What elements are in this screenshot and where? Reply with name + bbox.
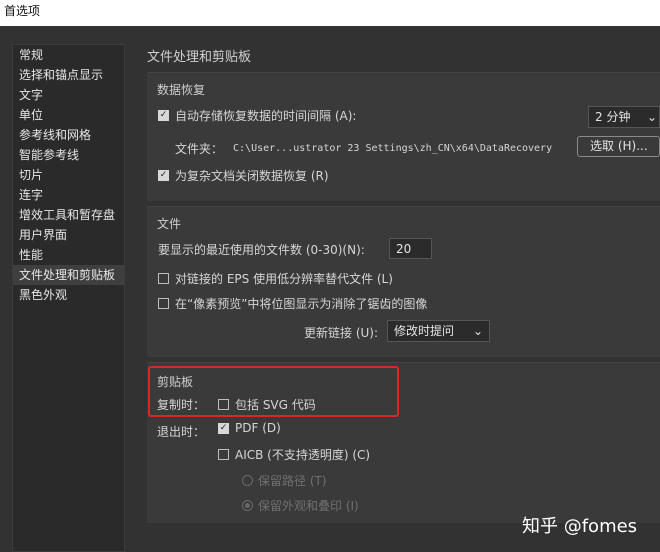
preserve-appearance-label: 保留外观和叠印 (I) (258, 499, 359, 513)
update-links-select[interactable]: 修改时提问 ⌄ (387, 320, 490, 342)
watermark: 知乎 @fomes (522, 516, 638, 537)
folder-path: C:\User...ustrator 23 Settings\zh_CN\x64… (233, 143, 553, 154)
update-links-value: 修改时提问 (394, 324, 455, 338)
pdf-row[interactable]: ✓ PDF (D) (218, 421, 281, 435)
preserve-paths-label: 保留路径 (T) (258, 474, 327, 488)
preserve-paths-row[interactable]: 保留路径 (T) (242, 472, 327, 489)
preserve-paths-radio[interactable] (242, 475, 253, 486)
recent-files-input[interactable]: 20 (389, 238, 432, 259)
pdf-label: PDF (D) (235, 421, 281, 435)
aicb-row[interactable]: AICB (不支持透明度) (C) (218, 446, 370, 463)
folder-row: 文件夹： C:\User...ustrator 23 Settings\zh_C… (175, 140, 552, 157)
chevron-down-icon: ⌄ (646, 110, 657, 124)
sidebar-item-smart-guides[interactable]: 智能参考线 (13, 145, 124, 165)
sidebar-item-plugins-scratch[interactable]: 增效工具和暂存盘 (13, 205, 124, 225)
section-title: 文件 (157, 217, 182, 231)
choose-folder-button[interactable]: 选取 (H)... (577, 136, 660, 157)
disable-complex-checkbox[interactable]: ✓ (158, 170, 169, 181)
sidebar-item-selection-anchor[interactable]: 选择和锚点显示 (13, 65, 124, 85)
sidebar-item-general[interactable]: 常规 (13, 45, 124, 65)
highlight-annotation-box (148, 366, 399, 417)
update-links-label: 更新链接 (U): (304, 326, 379, 340)
recent-files-row: 要显示的最近使用的文件数 (0-30)(N): (158, 241, 365, 258)
section-title: 数据恢复 (157, 83, 206, 97)
update-links-row: 更新链接 (U): (304, 324, 378, 341)
interval-select[interactable]: 2 分钟 ⌄ (588, 106, 660, 128)
sidebar-item-units[interactable]: 单位 (13, 105, 124, 125)
files-section: 文件 要显示的最近使用的文件数 (0-30)(N): 20 对链接的 EPS 使… (147, 206, 660, 357)
preserve-appearance-row[interactable]: 保留外观和叠印 (I) (242, 497, 359, 514)
sidebar-item-hyphenation[interactable]: 连字 (13, 185, 124, 205)
preserve-appearance-radio[interactable] (242, 500, 253, 511)
exit-label: 退出时： (157, 425, 206, 439)
sidebar-item-file-handling[interactable]: 文件处理和剪贴板 (13, 265, 124, 285)
pixel-preview-row[interactable]: 在“像素预览”中将位图显示为消除了锯齿的图像 (158, 295, 427, 312)
eps-label: 对链接的 EPS 使用低分辨率替代文件 (L) (175, 272, 393, 286)
sidebar-item-performance[interactable]: 性能 (13, 245, 124, 265)
recent-files-label: 要显示的最近使用的文件数 (0-30)(N): (158, 243, 365, 257)
disable-complex-label: 为复杂文档关闭数据恢复 (R) (175, 169, 329, 183)
sidebar-item-slices[interactable]: 切片 (13, 165, 124, 185)
aicb-label: AICB (不支持透明度) (C) (235, 448, 371, 462)
sidebar-item-guides-grid[interactable]: 参考线和网格 (13, 125, 124, 145)
pixel-preview-checkbox[interactable] (158, 298, 169, 309)
chevron-down-icon: ⌄ (472, 324, 483, 338)
aicb-checkbox[interactable] (218, 449, 229, 460)
autosave-label: 自动存储恢复数据的时间间隔 (A): (175, 109, 357, 123)
interval-value: 2 分钟 (595, 110, 631, 124)
sidebar-item-type[interactable]: 文字 (13, 85, 124, 105)
data-recovery-section: 数据恢复 ✓ 自动存储恢复数据的时间间隔 (A): 2 分钟 ⌄ 文件夹： C:… (147, 72, 660, 201)
autosave-checkbox[interactable]: ✓ (158, 110, 169, 121)
disable-complex-row[interactable]: ✓ 为复杂文档关闭数据恢复 (R) (158, 167, 329, 184)
eps-checkbox[interactable] (158, 273, 169, 284)
pixel-preview-label: 在“像素预览”中将位图显示为消除了锯齿的图像 (175, 297, 428, 311)
window-title: 首选项 (0, 0, 660, 26)
sidebar-item-user-interface[interactable]: 用户界面 (13, 225, 124, 245)
sidebar-item-black-appearance[interactable]: 黑色外观 (13, 285, 124, 305)
folder-label: 文件夹： (175, 142, 224, 156)
eps-row[interactable]: 对链接的 EPS 使用低分辨率替代文件 (L) (158, 270, 393, 287)
autosave-row[interactable]: ✓ 自动存储恢复数据的时间间隔 (A): (158, 107, 356, 124)
sidebar: 常规 选择和锚点显示 文字 单位 参考线和网格 智能参考线 切片 连字 增效工具… (12, 44, 125, 552)
page-title: 文件处理和剪贴板 (147, 50, 252, 65)
pdf-checkbox[interactable]: ✓ (218, 422, 229, 434)
exit-row: 退出时： (157, 423, 205, 440)
